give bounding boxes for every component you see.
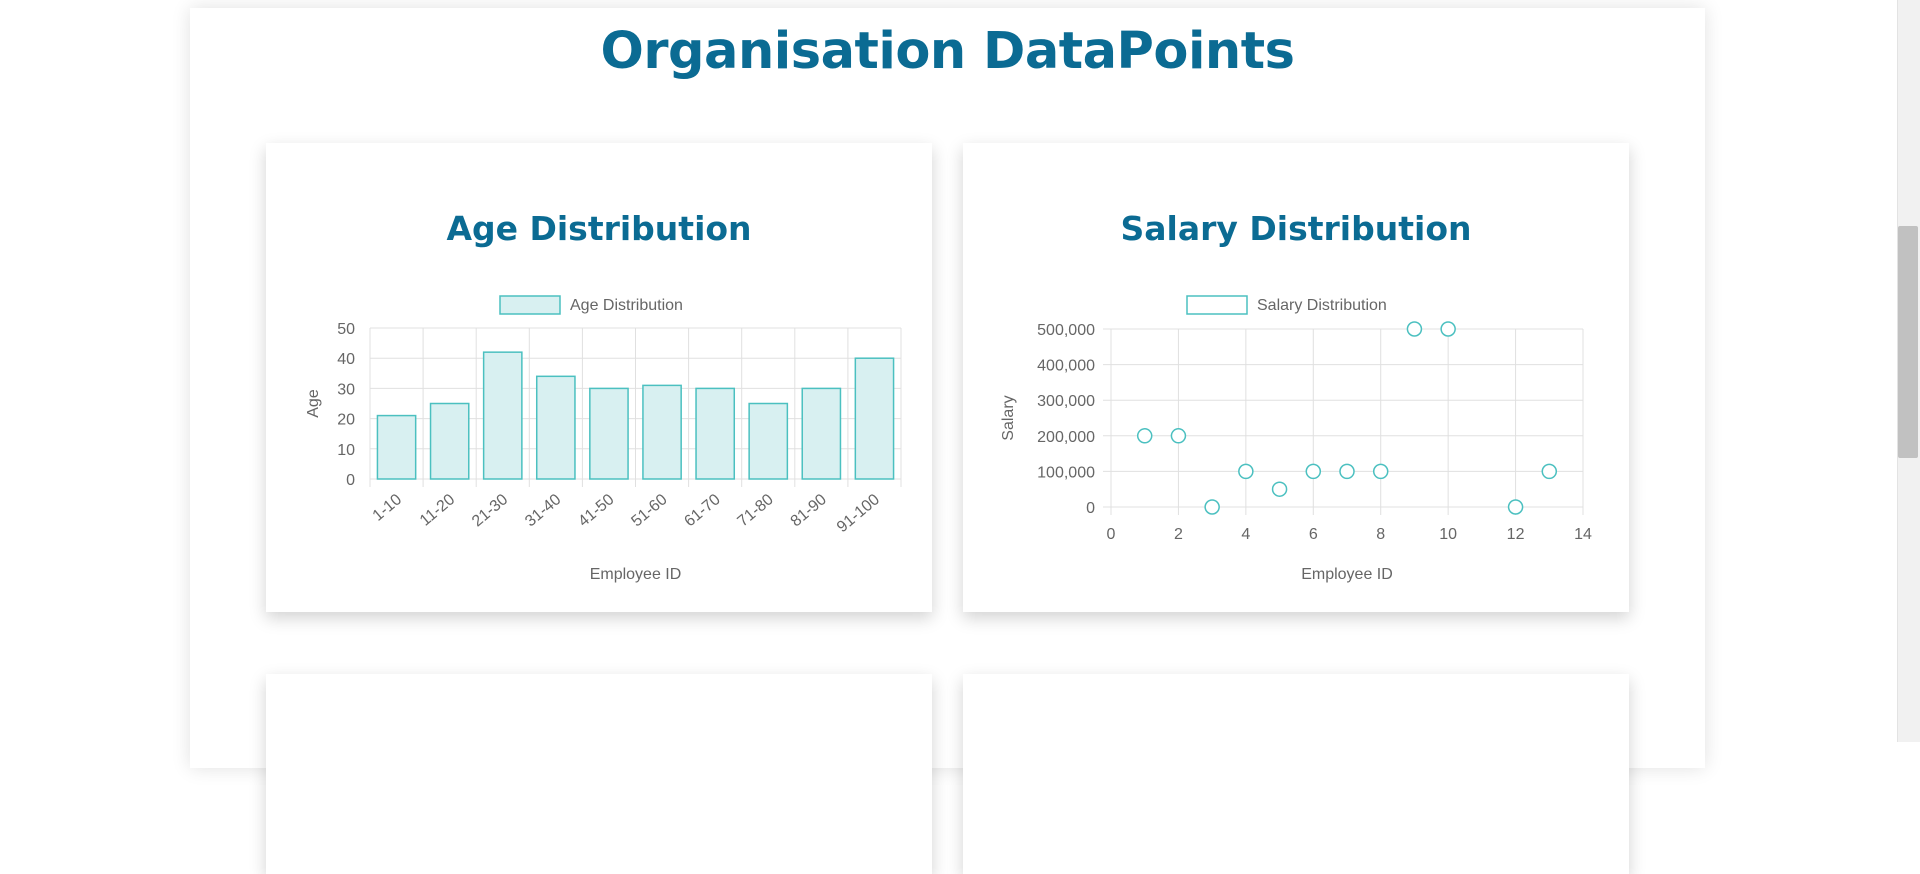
x-tick-label: 61-70: [681, 491, 723, 530]
y-tick-label: 500,000: [1037, 322, 1095, 339]
x-tick-label: 4: [1241, 526, 1250, 543]
bar: [482, 351, 523, 480]
x-tick-label: 2: [1174, 526, 1183, 543]
y-tick-label: 10: [337, 442, 355, 459]
x-tick-label: 71-80: [735, 491, 777, 530]
x-tick-label: 11-20: [417, 491, 458, 530]
x-tick-label: 21-30: [469, 491, 511, 530]
y-tick-label: 200,000: [1037, 429, 1095, 446]
data-point: [1372, 463, 1389, 480]
chart-card-3: [266, 674, 932, 874]
data-point: [1305, 463, 1322, 480]
vertical-scrollbar[interactable]: [1897, 0, 1920, 742]
bar: [642, 384, 682, 480]
y-tick-label: 0: [1086, 500, 1095, 517]
y-axis-title: Salary: [1000, 395, 1017, 440]
bar: [801, 387, 842, 480]
x-tick-label: 81-90: [788, 491, 830, 530]
page-title: Organisation DataPoints: [600, 22, 1295, 81]
y-tick-label: 300,000: [1037, 393, 1095, 410]
bar: [589, 387, 629, 480]
x-tick-label: 91-100: [834, 491, 883, 536]
y-axis-title: Age: [305, 389, 322, 418]
x-axis-title: Employee ID: [1301, 566, 1393, 583]
x-axis-title: Employee ID: [590, 566, 682, 583]
salary-distribution-chart: Salary Distribution 0 100,000 200,000 300,00…: [1000, 295, 1592, 583]
content-panel: Organisation DataPoints Age Distribution…: [190, 8, 1705, 874]
bar: [695, 387, 736, 480]
age-distribution-chart: Age Distribution 0 10 20 30 40 50 1-10 11-20 21-3…: [305, 295, 902, 583]
x-tick-label: 14: [1574, 526, 1592, 543]
x-tick-label: 31-40: [522, 491, 564, 530]
data-point: [1204, 499, 1220, 515]
y-tick-label: 0: [346, 472, 355, 489]
data-point: [1541, 463, 1558, 480]
data-point: [1271, 481, 1288, 497]
legend-swatch: [499, 295, 561, 315]
data-point: [1406, 321, 1423, 337]
data-point: [1136, 428, 1153, 444]
x-tick-label: 51-60: [628, 491, 670, 530]
data-point: [1238, 463, 1254, 480]
bar: [535, 375, 576, 480]
x-tick-label: 12: [1507, 526, 1525, 543]
y-tick-label: 20: [337, 412, 355, 429]
data-point: [1170, 428, 1187, 444]
bar: [854, 357, 895, 480]
salary-chart-card: Salary Distribution Salary Distribution 0…: [963, 143, 1629, 612]
chart-card-4: [963, 674, 1629, 874]
y-tick-label: 40: [337, 351, 355, 368]
x-tick-label: 10: [1439, 526, 1457, 543]
y-tick-label: 50: [337, 321, 355, 338]
y-tick-label: 100,000: [1037, 464, 1095, 481]
data-point: [1339, 463, 1355, 480]
scrollbar-thumb[interactable]: [1898, 226, 1918, 458]
legend-label: Salary Distribution: [1257, 297, 1387, 314]
y-tick-label: 400,000: [1037, 358, 1095, 375]
x-tick-label: 0: [1107, 526, 1116, 543]
x-tick-label: 6: [1309, 526, 1318, 543]
x-tick-label: 1-10: [370, 491, 406, 525]
bar: [748, 402, 789, 480]
y-tick-label: 30: [337, 381, 355, 398]
bar: [429, 402, 470, 480]
legend-swatch: [1186, 295, 1248, 315]
data-point: [1507, 499, 1524, 515]
x-tick-label: 8: [1376, 526, 1385, 543]
legend-label: Age Distribution: [570, 297, 683, 314]
age-chart-card: Age Distribution Age Distribution 0 10 20 30…: [266, 143, 932, 612]
bar: [376, 414, 417, 480]
x-tick-label: 41-50: [575, 491, 617, 530]
data-point: [1440, 321, 1456, 337]
